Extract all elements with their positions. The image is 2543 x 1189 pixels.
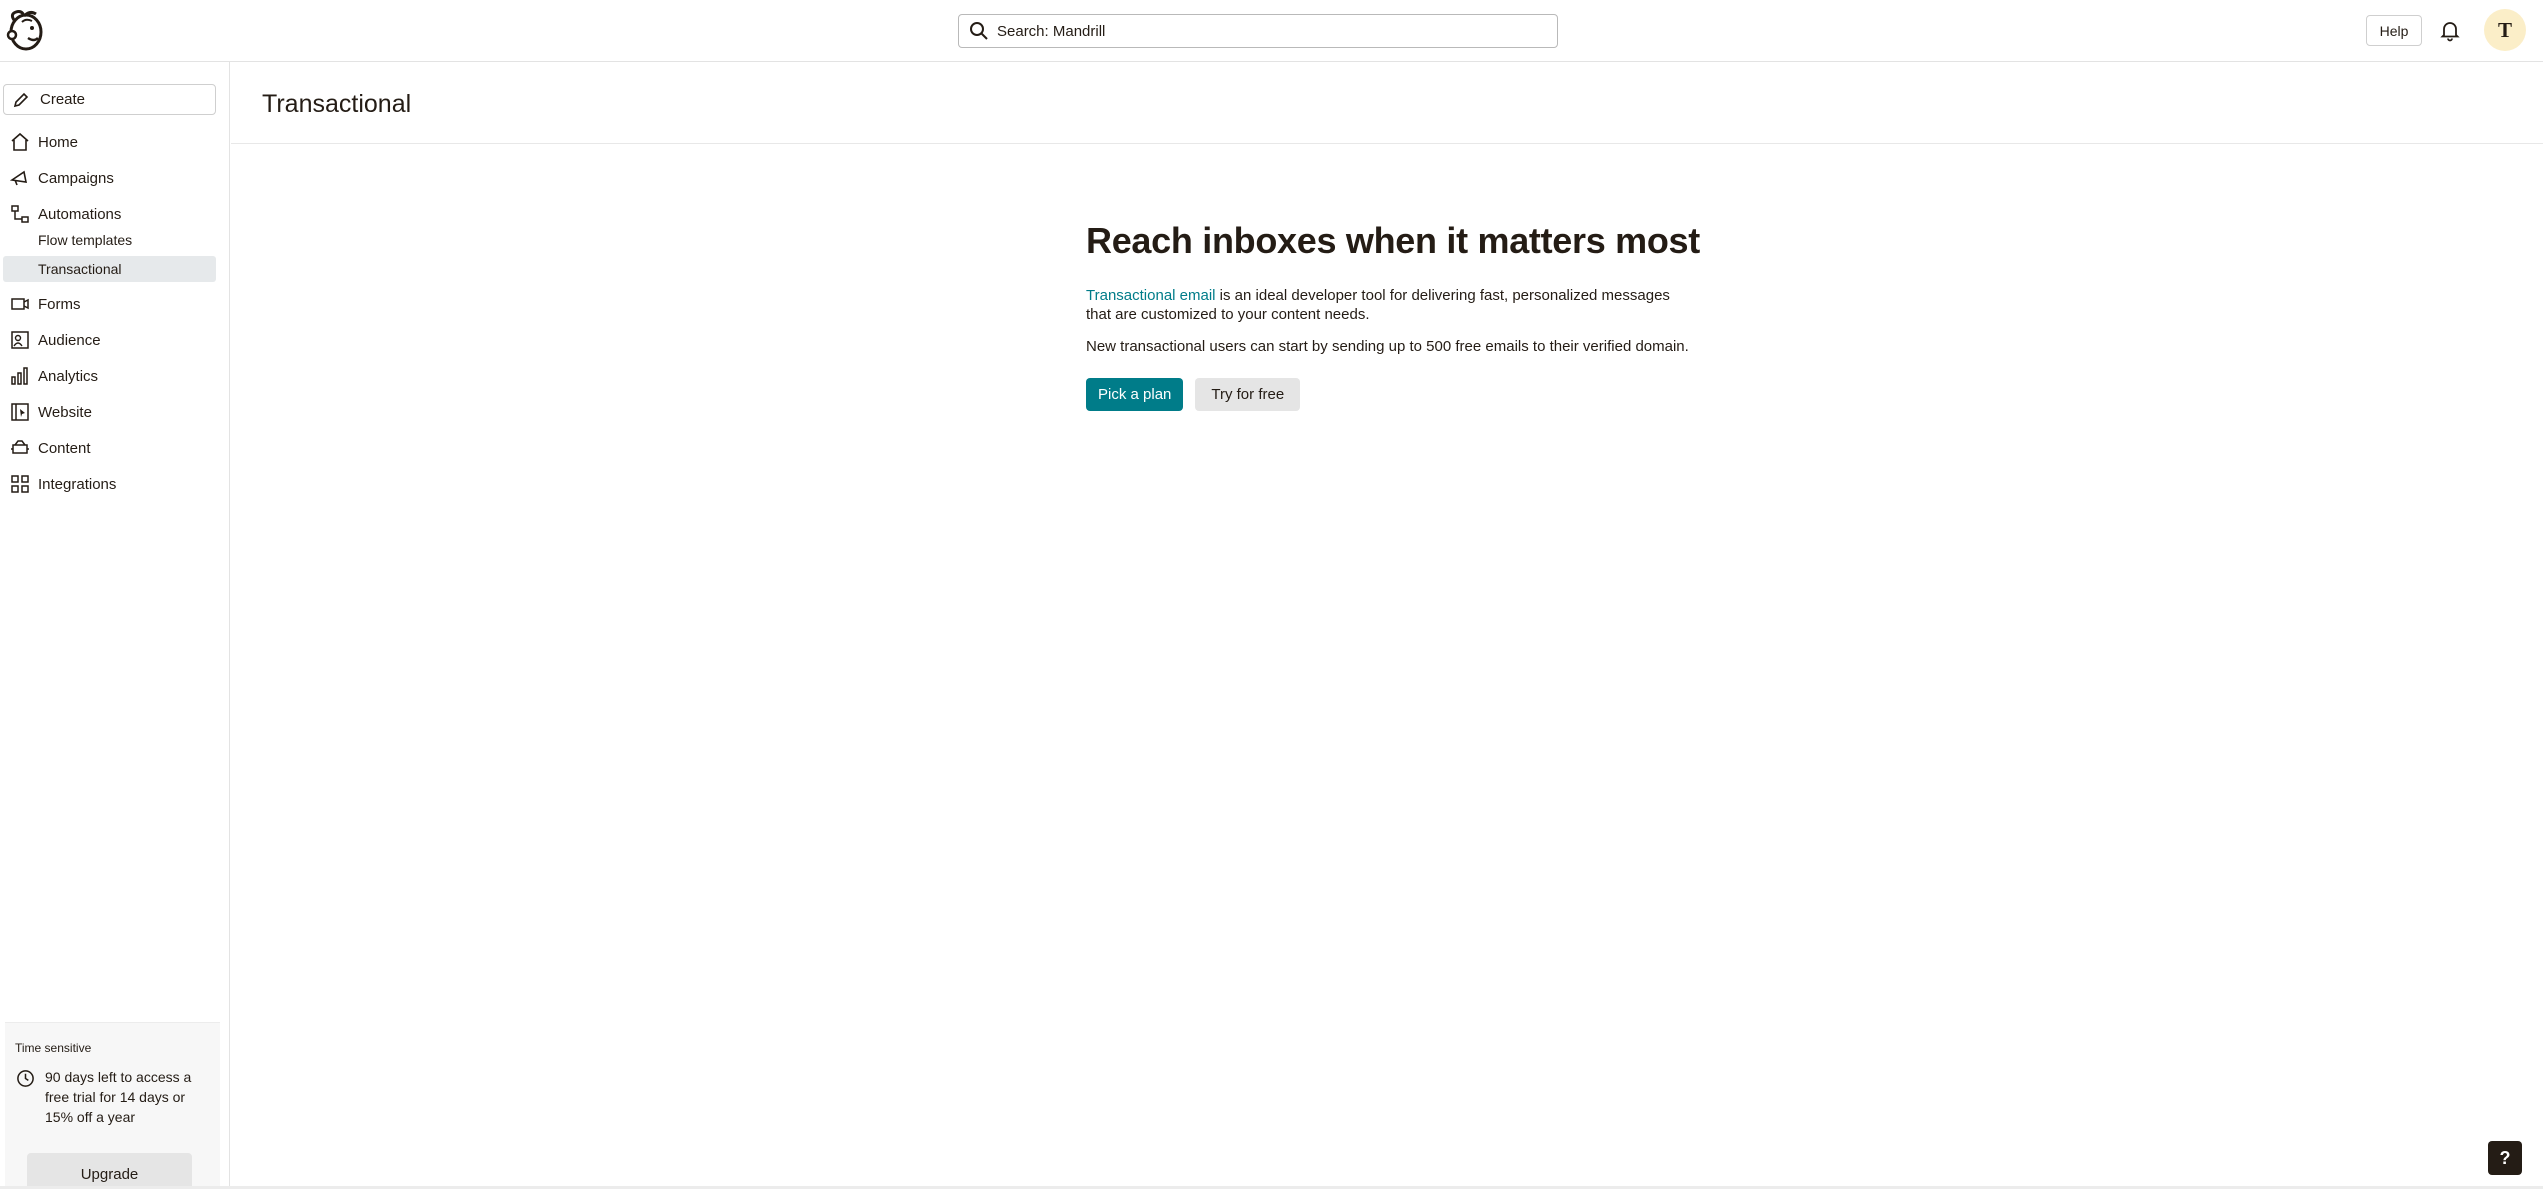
sidebar-item-audience[interactable]: Audience [0, 326, 220, 354]
sidebar-item-analytics[interactable]: Analytics [0, 362, 220, 390]
home-icon [10, 132, 30, 152]
sidebar-item-label: Automations [38, 205, 122, 223]
transactional-email-link[interactable]: Transactional email [1086, 287, 1216, 304]
sidebar-subitem-flow-templates[interactable]: Flow templates [3, 227, 216, 253]
search-bar[interactable] [958, 14, 1558, 48]
pick-a-plan-button[interactable]: Pick a plan [1086, 378, 1184, 411]
sidebar-item-label: Forms [38, 295, 81, 313]
sidebar-item-label: Audience [38, 331, 101, 349]
create-button[interactable]: Create [3, 84, 216, 115]
trial-banner: Time sensitive 90 days left to access a … [5, 1022, 220, 1189]
pencil-icon [12, 91, 30, 109]
hero-description: Transactional email is an ideal develope… [1086, 286, 1686, 324]
hero-actions: Pick a plan Try for free [1086, 378, 1736, 411]
integrations-icon [10, 474, 30, 494]
sidebar-item-content[interactable]: Content [0, 434, 220, 462]
clock-icon [16, 1069, 35, 1088]
sidebar-item-automations[interactable]: Automations [0, 200, 220, 228]
sidebar-item-website[interactable]: Website [0, 398, 220, 426]
sidebar-item-home[interactable]: Home [0, 128, 220, 156]
website-icon [10, 402, 30, 422]
search-input[interactable] [997, 22, 1537, 40]
transactional-hero: Reach inboxes when it matters most Trans… [1086, 220, 1736, 411]
sidebar-item-campaigns[interactable]: Campaigns [0, 164, 220, 192]
top-bar: Help T [0, 0, 2543, 62]
hero-free-emails-text: New transactional users can start by sen… [1086, 338, 1689, 355]
audience-icon [10, 330, 30, 350]
analytics-icon [10, 366, 30, 386]
try-for-free-button[interactable]: Try for free [1195, 378, 1301, 411]
trial-heading: Time sensitive [15, 1041, 92, 1055]
notifications-bell-icon[interactable] [2438, 18, 2462, 42]
sidebar-item-label: Home [38, 133, 79, 151]
megaphone-icon [9, 168, 30, 188]
content-icon [10, 438, 30, 458]
help-fab-button[interactable]: ? [2488, 1141, 2522, 1175]
help-button[interactable]: Help [2366, 15, 2422, 46]
sidebar-item-integrations[interactable]: Integrations [0, 470, 220, 498]
sidebar-subitem-transactional[interactable]: Transactional [3, 256, 216, 282]
sidebar-item-forms[interactable]: Forms [0, 290, 220, 318]
forms-icon [10, 294, 30, 314]
sidebar-item-label: Website [38, 403, 92, 421]
trial-text: 90 days left to access a free trial for … [45, 1069, 192, 1125]
sidebar-item-label: Integrations [38, 475, 117, 493]
mailchimp-logo-icon[interactable] [4, 8, 46, 54]
page-header: Transactional [231, 62, 2543, 144]
upgrade-button[interactable]: Upgrade [27, 1153, 192, 1189]
sidebar-item-label: Analytics [38, 367, 99, 385]
sidebar: Create Home Campaigns Automations Flow t… [0, 62, 230, 1189]
search-icon [969, 21, 989, 41]
sidebar-item-label: Content [38, 439, 91, 457]
page-title: Transactional [262, 90, 412, 118]
sidebar-item-label: Campaigns [38, 169, 114, 187]
user-avatar[interactable]: T [2484, 9, 2526, 51]
create-label: Create [40, 91, 86, 108]
automations-icon [10, 204, 30, 224]
hero-title: Reach inboxes when it matters most [1086, 220, 1700, 261]
